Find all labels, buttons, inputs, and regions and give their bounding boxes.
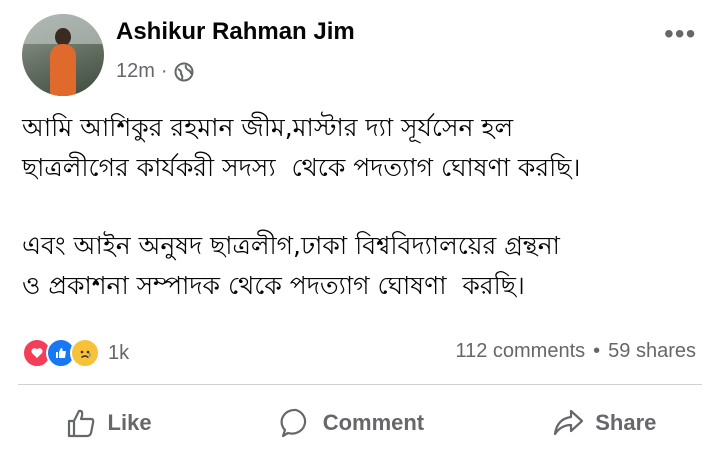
reaction-count: 1k bbox=[108, 341, 130, 364]
post-paragraph-1: আমি আশিকুর রহমান জীম,মাস্টার দ্যা সূর্যস… bbox=[22, 113, 581, 182]
avatar-figure bbox=[50, 44, 76, 96]
post-meta: 12m · bbox=[116, 60, 194, 83]
stats-separator: • bbox=[593, 340, 601, 362]
more-options-icon[interactable]: ••• bbox=[664, 18, 696, 50]
post-time[interactable]: 12m bbox=[116, 60, 155, 83]
shares-count[interactable]: 59 shares bbox=[608, 340, 696, 363]
author-name[interactable]: Ashikur Rahman Jim bbox=[116, 18, 355, 46]
engagement-stats: 112 comments • 59 shares bbox=[455, 340, 696, 363]
avatar[interactable] bbox=[22, 14, 104, 96]
post-paragraph-2: এবং আইন অনুষদ ছাত্রলীগ,ঢাকা বিশ্ববিদ্যাল… bbox=[22, 231, 560, 300]
like-button[interactable]: Like bbox=[64, 406, 152, 440]
share-icon bbox=[554, 409, 584, 436]
comment-label: Comment bbox=[322, 410, 425, 435]
thumbs-up-icon bbox=[67, 409, 94, 438]
share-button[interactable]: Share bbox=[551, 406, 656, 440]
action-bar: Like Comment Share bbox=[0, 398, 720, 448]
meta-dot: · bbox=[160, 60, 168, 82]
share-label: Share bbox=[595, 410, 657, 435]
comment-icon bbox=[280, 408, 306, 438]
sad-icon bbox=[70, 338, 100, 368]
comments-count[interactable]: 112 comments bbox=[455, 340, 585, 363]
comment-button[interactable]: Comment bbox=[279, 406, 424, 440]
globe-icon bbox=[174, 62, 194, 81]
reactions-summary[interactable]: 1k bbox=[22, 338, 129, 368]
divider bbox=[18, 384, 702, 385]
like-label: Like bbox=[107, 410, 152, 435]
